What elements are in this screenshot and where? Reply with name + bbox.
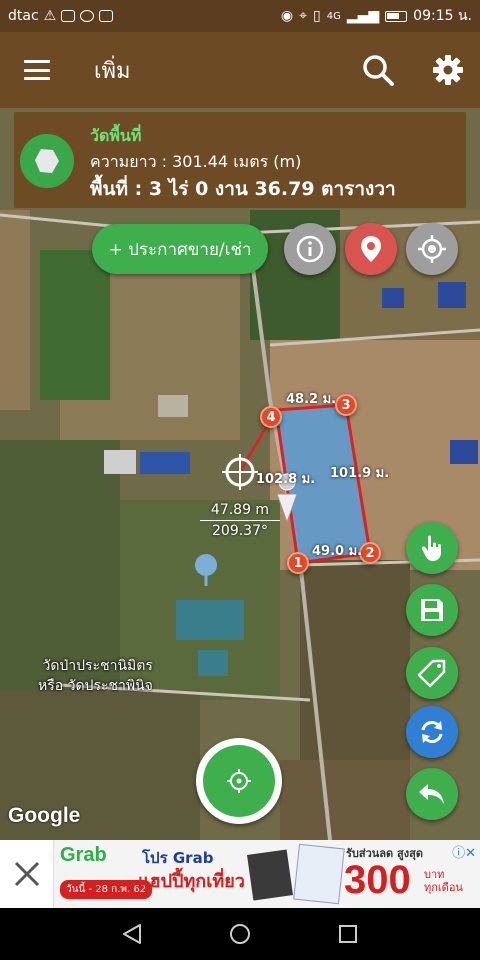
my-location-button[interactable] [406,223,458,275]
ad-content[interactable]: Grab วันนี้ - 28 ก.พ. 62 โปร Grab แฮปปี้… [54,840,480,908]
gps-target-icon [418,235,446,263]
battery-icon [385,10,408,22]
signal-icon: ▂▄▆ [346,8,380,24]
touch-mode-button[interactable] [406,522,458,574]
undo-arrow-icon [419,784,444,804]
price-tag-button[interactable] [406,647,458,699]
hand-pointer-icon [421,535,441,561]
ad-brand: Grab [60,844,107,866]
vibrate-icon: ▯ [313,8,321,24]
info-icon [296,235,324,263]
location-pin-icon [361,236,381,262]
vertex-marker[interactable]: 3 [335,394,357,416]
search-icon[interactable] [362,54,394,86]
vertex-marker[interactable]: 2 [359,542,381,564]
edge-length-label: 48.2 ม. [286,392,337,407]
ad-line2: แฮปปี้ทุกเที่ยว [138,871,245,892]
panel-heading: วัดพื้นที่ [90,126,142,145]
add-point-button[interactable] [196,738,282,824]
warning-icon: ⚠ [43,8,57,24]
ad-banner[interactable]: Grab วันนี้ - 28 ก.พ. 62 โปร Grab แฮปปี้… [0,840,480,908]
youtube-icon [99,10,114,22]
back-icon[interactable] [120,922,144,946]
android-nav-bar [0,908,480,960]
undo-button[interactable] [406,768,458,820]
close-icon [14,861,39,887]
vertex-marker[interactable]: 1 [287,552,309,574]
vertex-marker[interactable]: 4 [260,406,282,428]
measure-bearing: 209.37° [212,523,268,539]
poi-line1: วัดป่าประชานิมิตร [42,658,153,674]
edge-length-label: 101.9 ม. [330,466,390,481]
status-bar: dtac ⚠ ◉ ⌖ ▯ 4G ▂▄▆ 09:15 น. [0,0,480,32]
refresh-button[interactable] [406,706,458,758]
page-title: เพิ่ม [94,58,131,84]
measure-distance: 47.89 m [200,502,280,521]
poi-label: วัดป่าประชานิมิตร หรือ วัดประชาพินิจ [38,656,153,696]
add-pin-button[interactable] [345,223,397,275]
crosshair-icon [227,769,251,793]
carrier-label: dtac [8,8,39,24]
length-readout: ความยาว : 301.44 เมตร (m) [90,152,302,171]
hotspot-icon: ◉ [280,8,294,24]
save-button[interactable] [406,584,458,636]
info-button[interactable] [284,223,336,275]
edge-length-label: 49.0 ม. [312,544,363,559]
network-label: 4G [326,10,341,22]
home-icon[interactable] [228,922,252,946]
edge-length-label: 102.8 ม. [256,472,316,487]
gear-icon[interactable] [432,54,464,86]
measurement-panel: วัดพื้นที่ ความยาว : 301.44 เมตร (m) พื้… [14,112,466,208]
save-icon [421,599,443,621]
recents-icon[interactable] [336,922,360,946]
refresh-icon [421,721,443,743]
polygon-icon[interactable] [20,134,74,188]
measure-readout: 47.89 m 209.37° [200,502,280,539]
line-icon [61,10,76,22]
google-attribution: Google [8,804,81,827]
ad-amount: 300 [344,858,411,902]
poi-line2: หรือ วัดประชาพินิจ [38,678,153,694]
ad-unit1: บาท [424,868,445,881]
announce-sale-button[interactable]: + ประกาศขาย/เช่า [92,224,268,274]
ad-unit2: ทุกเดือน [424,881,463,894]
hamburger-menu-icon[interactable] [24,60,50,80]
ad-image [293,843,345,905]
area-readout: พื้นที่ : 3 ไร่ 0 งาน 36.79 ตารางวา [90,178,396,200]
location-icon: ⌖ [299,8,308,24]
close-ad-button[interactable] [0,840,54,908]
app-bar: เพิ่ม [0,32,480,108]
ad-unit: บาท ทุกเดือน [424,868,463,894]
ad-image [246,849,294,901]
messenger-icon [80,10,95,22]
clock: 09:15 น. [413,8,472,24]
price-tag-icon [417,659,446,688]
ad-choices-icon[interactable]: ⓘ✕ [452,842,476,861]
